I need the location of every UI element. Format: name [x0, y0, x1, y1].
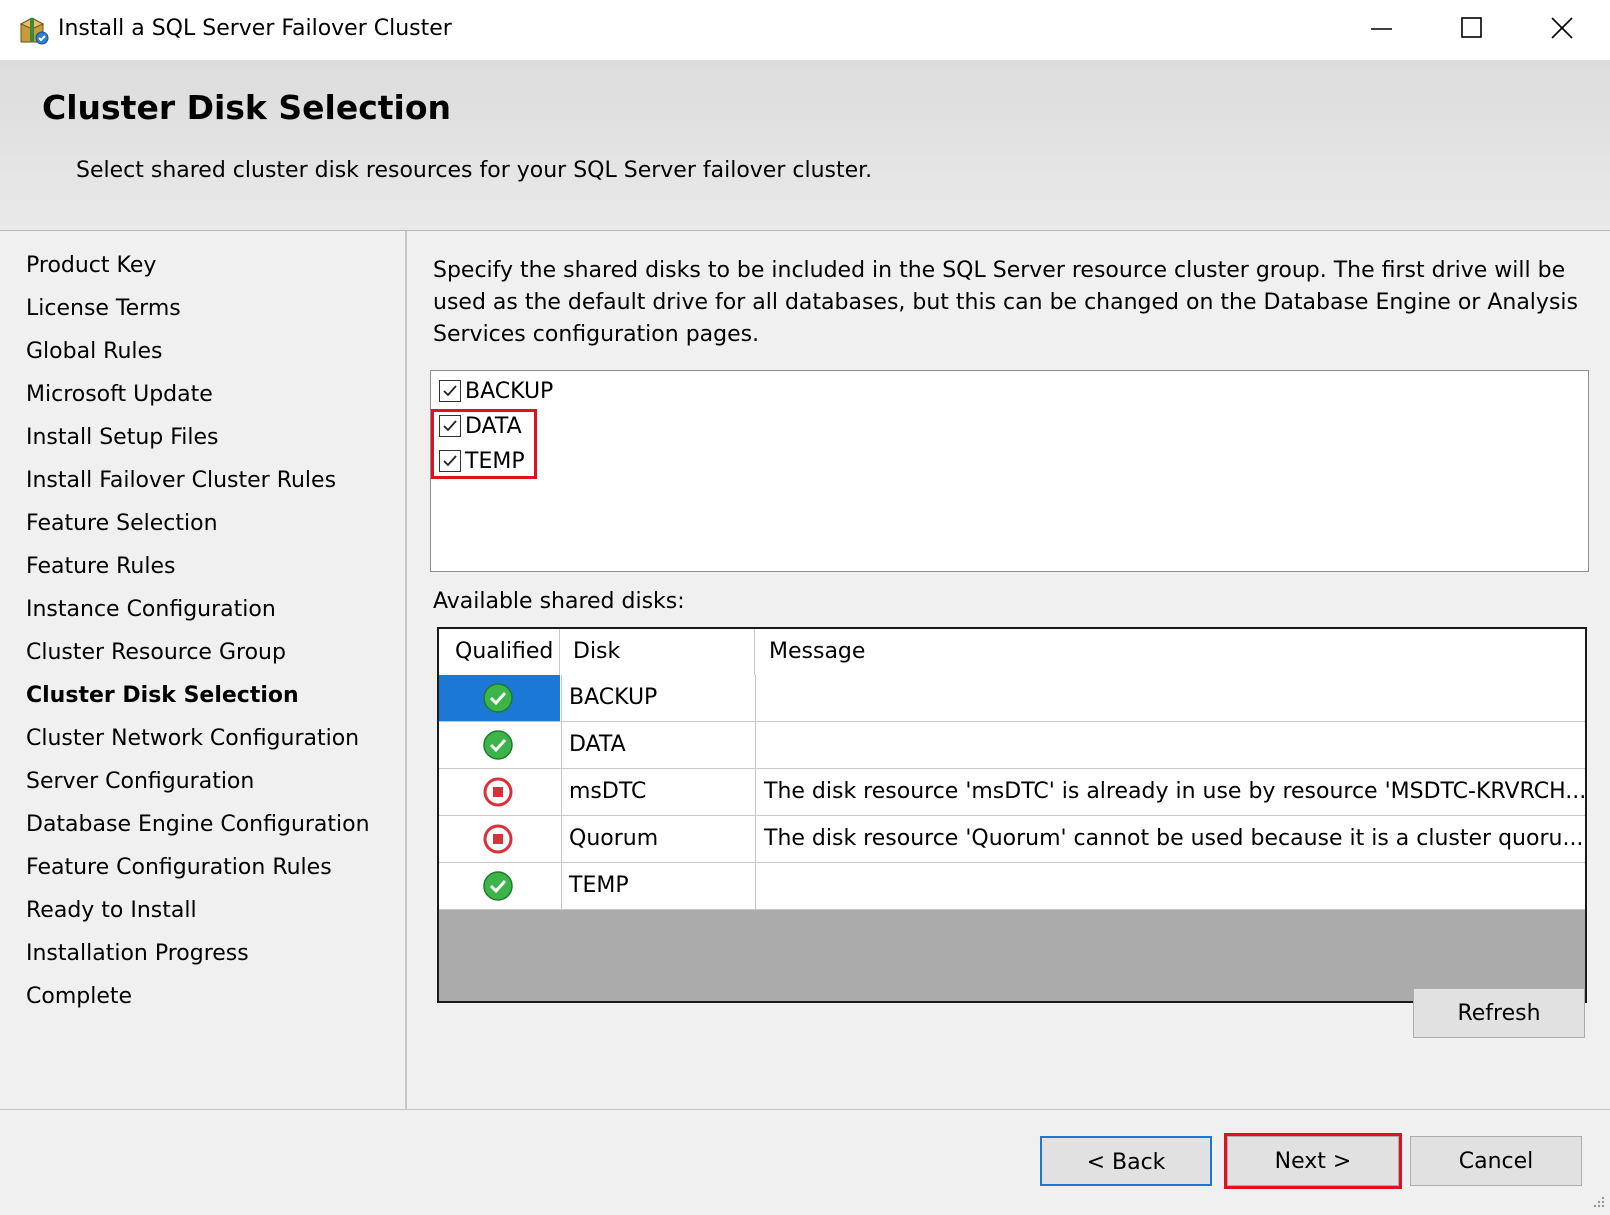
table-row[interactable]: Quorum The disk resource 'Quorum' cannot… — [439, 816, 1585, 863]
step-complete[interactable]: Complete — [26, 982, 132, 1012]
window-title: Install a SQL Server Failover Cluster — [58, 16, 452, 41]
qualified-cell — [439, 769, 560, 815]
message-cell: The disk resource 'Quorum' cannot be use… — [755, 816, 1585, 862]
step-install-failover-cluster-rules[interactable]: Install Failover Cluster Rules — [26, 466, 336, 496]
step-feature-configuration-rules[interactable]: Feature Configuration Rules — [26, 853, 332, 883]
step-database-engine-configuration[interactable]: Database Engine Configuration — [26, 810, 370, 840]
wizard-steps-sidebar: Product Key License Terms Global Rules M… — [0, 231, 407, 1109]
page-title: Cluster Disk Selection — [42, 88, 452, 127]
message-cell — [755, 675, 1585, 721]
ok-status-icon — [483, 871, 513, 901]
step-microsoft-update[interactable]: Microsoft Update — [26, 380, 213, 410]
qualified-cell — [439, 722, 560, 768]
step-instance-configuration[interactable]: Instance Configuration — [26, 595, 276, 625]
table-row[interactable]: DATA — [439, 722, 1585, 769]
error-status-icon — [483, 777, 513, 807]
qualified-cell — [439, 863, 560, 909]
ok-status-icon — [483, 730, 513, 760]
checkmark-icon — [443, 385, 457, 397]
column-header-disk[interactable]: Disk — [573, 629, 620, 675]
step-license-terms[interactable]: License Terms — [26, 294, 181, 324]
step-ready-to-install[interactable]: Ready to Install — [26, 896, 197, 926]
qualified-cell — [439, 675, 560, 721]
available-disks-label: Available shared disks: — [433, 589, 685, 614]
disk-cell: Quorum — [561, 816, 755, 862]
step-server-configuration[interactable]: Server Configuration — [26, 767, 254, 797]
column-divider[interactable] — [559, 629, 560, 675]
grid-header: Qualified Disk Message — [439, 629, 1585, 676]
minimize-icon — [1371, 28, 1392, 30]
column-header-qualified[interactable]: Qualified — [455, 629, 553, 675]
table-row[interactable]: BACKUP — [439, 675, 1585, 722]
page-header: Cluster Disk Selection Select shared clu… — [0, 60, 1610, 231]
disk-cell: BACKUP — [561, 675, 755, 721]
step-feature-rules[interactable]: Feature Rules — [26, 552, 175, 582]
disk-cell: TEMP — [561, 863, 755, 909]
shared-disk-checklist: BACKUP DATA TEMP — [430, 370, 1589, 572]
setup-box-icon — [19, 17, 49, 45]
available-disks-grid: Qualified Disk Message BACKUP DATA msDTC — [437, 627, 1587, 1003]
disk-cell: DATA — [561, 722, 755, 768]
disk-checkbox-backup[interactable]: BACKUP — [439, 374, 553, 408]
step-install-setup-files[interactable]: Install Setup Files — [26, 423, 219, 453]
close-button[interactable] — [1518, 0, 1608, 58]
annotation-highlight-box — [1224, 1133, 1402, 1189]
step-product-key[interactable]: Product Key — [26, 251, 156, 281]
disk-checkbox-label: BACKUP — [465, 378, 554, 404]
minimize-button[interactable] — [1338, 0, 1428, 58]
message-cell — [755, 863, 1585, 909]
column-header-message[interactable]: Message — [769, 629, 865, 675]
instructions-text: Specify the shared disks to be included … — [433, 258, 1578, 347]
step-feature-selection[interactable]: Feature Selection — [26, 509, 218, 539]
step-installation-progress[interactable]: Installation Progress — [26, 939, 249, 969]
checkbox[interactable] — [439, 380, 461, 402]
table-row[interactable]: msDTC The disk resource 'msDTC' is alrea… — [439, 769, 1585, 816]
message-cell: The disk resource 'msDTC' is already in … — [755, 769, 1585, 815]
column-divider[interactable] — [754, 629, 755, 675]
resize-grip-icon[interactable] — [1590, 1194, 1606, 1210]
step-cluster-resource-group[interactable]: Cluster Resource Group — [26, 638, 286, 668]
maximize-button[interactable] — [1428, 0, 1518, 58]
wizard-footer: < Back Next > Cancel — [0, 1109, 1610, 1215]
close-icon — [1551, 17, 1573, 39]
main-content: Specify the shared disks to be included … — [407, 231, 1610, 1109]
qualified-cell — [439, 816, 560, 862]
message-cell — [755, 722, 1585, 768]
table-row[interactable]: TEMP — [439, 863, 1585, 910]
title-bar: Install a SQL Server Failover Cluster — [0, 0, 1610, 60]
step-cluster-network-configuration[interactable]: Cluster Network Configuration — [26, 724, 359, 754]
page-subtitle: Select shared cluster disk resources for… — [76, 158, 873, 183]
maximize-icon — [1461, 17, 1482, 38]
cancel-button[interactable]: Cancel — [1410, 1136, 1582, 1186]
step-cluster-disk-selection[interactable]: Cluster Disk Selection — [26, 681, 299, 711]
refresh-button[interactable]: Refresh — [1413, 988, 1585, 1038]
annotation-highlight-box — [431, 409, 537, 479]
step-global-rules[interactable]: Global Rules — [26, 337, 163, 367]
error-status-icon — [483, 824, 513, 854]
disk-cell: msDTC — [561, 769, 755, 815]
back-button[interactable]: < Back — [1040, 1136, 1212, 1186]
ok-status-icon — [483, 683, 513, 713]
